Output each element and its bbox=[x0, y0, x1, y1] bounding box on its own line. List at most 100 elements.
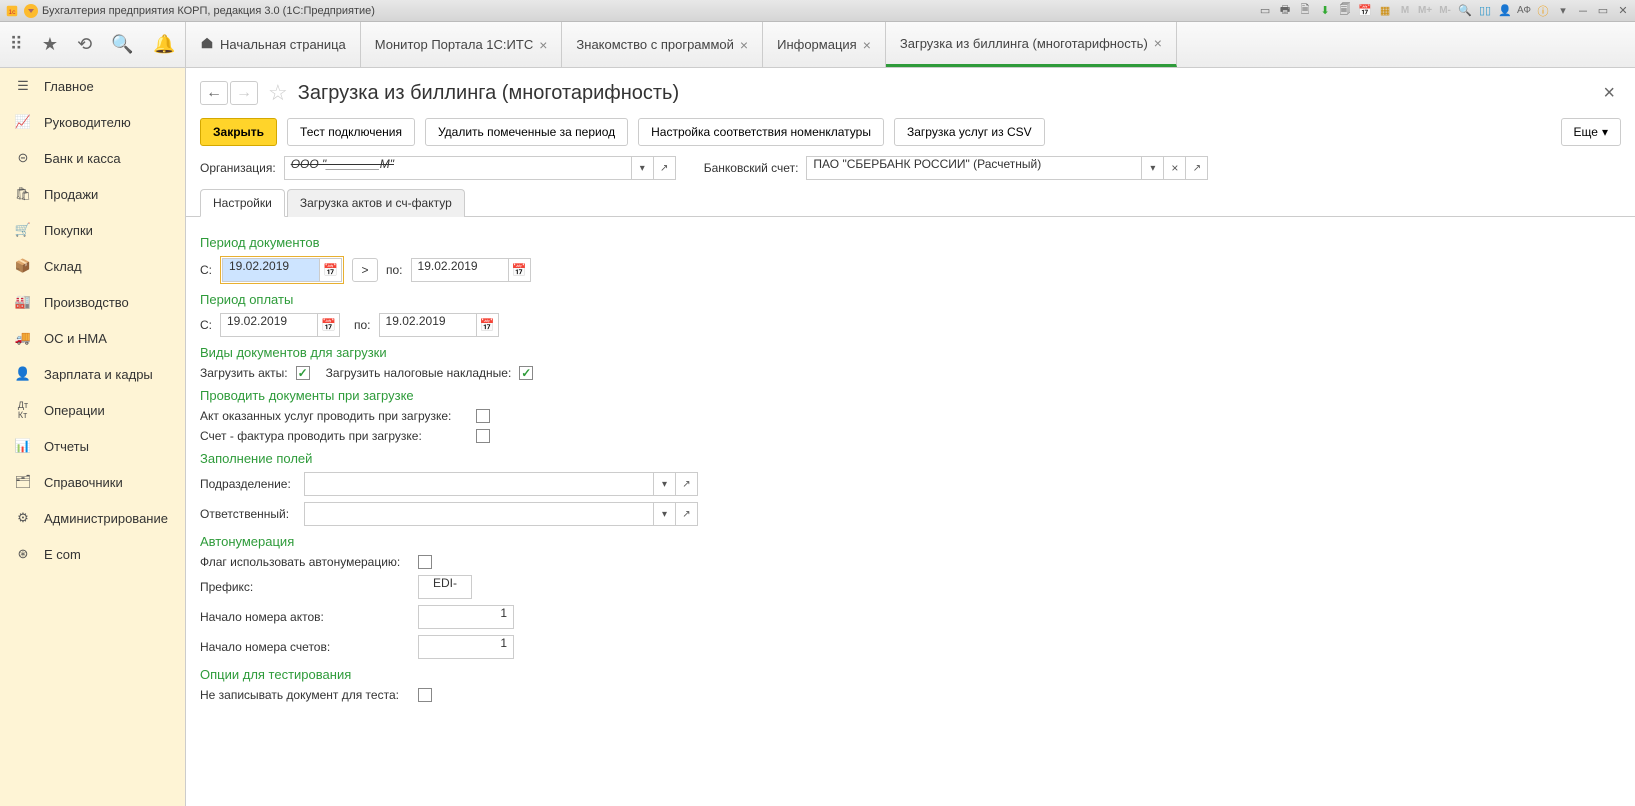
open-icon[interactable]: ↗ bbox=[676, 472, 698, 496]
form-tab-settings[interactable]: Настройки bbox=[200, 189, 285, 217]
responsible-input[interactable] bbox=[304, 502, 654, 526]
open-icon[interactable]: ↗ bbox=[676, 502, 698, 526]
zoom-icon[interactable]: 🔍 bbox=[1457, 3, 1473, 19]
load-acts-checkbox[interactable] bbox=[296, 366, 310, 380]
form-tab-load-acts[interactable]: Загрузка актов и сч-фактур bbox=[287, 189, 465, 217]
coin-icon: ⊝ bbox=[14, 149, 32, 167]
acts-start-input[interactable]: 1 bbox=[418, 605, 514, 629]
sidebar-label: Банк и касса bbox=[44, 151, 121, 166]
pay-from-input[interactable]: 19.02.2019 bbox=[220, 313, 318, 337]
org-input[interactable]: ООО "________М" bbox=[284, 156, 632, 180]
info-icon[interactable]: ⓘ bbox=[1535, 3, 1551, 19]
invoice-conduct-checkbox[interactable] bbox=[476, 429, 490, 443]
titlebar-icon-1[interactable]: ▭ bbox=[1257, 3, 1273, 19]
load-tax-checkbox[interactable] bbox=[519, 366, 533, 380]
nav-forward-button[interactable]: → bbox=[230, 81, 258, 105]
label-invoice-conduct: Счет - фактура проводить при загрузке: bbox=[200, 429, 468, 443]
period-forward-button[interactable]: > bbox=[352, 258, 378, 282]
sidebar-item-production[interactable]: 🏭Производство bbox=[0, 284, 185, 320]
calendar-icon[interactable]: 📅 bbox=[320, 258, 342, 282]
label-load-tax: Загрузить налоговые накладные: bbox=[326, 366, 512, 380]
panels-icon[interactable]: ▯▯ bbox=[1477, 3, 1493, 19]
docs-from-input[interactable]: 19.02.2019 bbox=[222, 258, 320, 282]
m-icon[interactable]: M bbox=[1397, 3, 1413, 19]
clear-icon[interactable]: × bbox=[1164, 156, 1186, 180]
sidebar-item-main[interactable]: ☰Главное bbox=[0, 68, 185, 104]
sidebar-item-warehouse[interactable]: 📦Склад bbox=[0, 248, 185, 284]
nav-back-button[interactable]: ← bbox=[200, 81, 228, 105]
division-input[interactable] bbox=[304, 472, 654, 496]
dropdown-icon[interactable]: ▾ bbox=[632, 156, 654, 180]
favorite-star-icon[interactable]: ☆ bbox=[268, 80, 288, 106]
user-icon[interactable]: 👤 bbox=[1497, 3, 1513, 19]
star-icon[interactable]: ★ bbox=[42, 34, 58, 55]
autonum-flag-checkbox[interactable] bbox=[418, 555, 432, 569]
invoices-start-input[interactable]: 1 bbox=[418, 635, 514, 659]
chevron-down-icon: ▾ bbox=[1602, 125, 1608, 139]
calendar-icon[interactable]: 📅 bbox=[1357, 3, 1373, 19]
search-doc-icon[interactable]: 🗎 bbox=[1297, 3, 1313, 19]
minimize-icon[interactable]: － bbox=[1575, 3, 1591, 19]
label-prefix: Префикс: bbox=[200, 580, 410, 594]
dropdown-icon[interactable]: ▾ bbox=[1142, 156, 1164, 180]
calendar-icon[interactable]: 📅 bbox=[509, 258, 531, 282]
calc-icon[interactable]: ⬇ bbox=[1317, 3, 1333, 19]
bank-account-input[interactable]: ПАО "СБЕРБАНК РОССИИ" (Расчетный) bbox=[806, 156, 1142, 180]
main-area: ← → ☆ Загрузка из биллинга (многотарифно… bbox=[186, 68, 1635, 806]
sidebar-item-directories[interactable]: 🗂Справочники bbox=[0, 464, 185, 500]
m-minus-icon[interactable]: M- bbox=[1437, 3, 1453, 19]
dropdown-icon-2[interactable]: ▾ bbox=[1555, 3, 1571, 19]
sidebar-item-admin[interactable]: ⚙Администрирование bbox=[0, 500, 185, 536]
bank-label: Банковский счет: bbox=[704, 161, 799, 175]
sidebar-item-assets[interactable]: 🚚ОС и НМА bbox=[0, 320, 185, 356]
sidebar-item-reports[interactable]: 📊Отчеты bbox=[0, 428, 185, 464]
test-connection-button[interactable]: Тест подключения bbox=[287, 118, 415, 146]
search-icon[interactable]: 🔍 bbox=[111, 34, 133, 55]
open-icon[interactable]: ↗ bbox=[1186, 156, 1208, 180]
tab-close-icon[interactable]: × bbox=[539, 37, 547, 53]
delete-marked-button[interactable]: Удалить помеченные за период bbox=[425, 118, 628, 146]
pay-to-input[interactable]: 19.02.2019 bbox=[379, 313, 477, 337]
sidebar-item-hr[interactable]: 👤Зарплата и кадры bbox=[0, 356, 185, 392]
close-button[interactable]: Закрыть bbox=[200, 118, 277, 146]
tab-close-icon[interactable]: × bbox=[1154, 35, 1162, 51]
sidebar-item-sales[interactable]: 🛍Продажи bbox=[0, 176, 185, 212]
sidebar-item-bank[interactable]: ⊝ Банк и касса bbox=[0, 140, 185, 176]
grid-icon[interactable]: ▦ bbox=[1377, 3, 1393, 19]
docs-to-input[interactable]: 19.02.2019 bbox=[411, 258, 509, 282]
dropdown-icon[interactable] bbox=[24, 4, 38, 18]
close-window-icon[interactable]: ✕ bbox=[1615, 3, 1631, 19]
open-icon[interactable]: ↗ bbox=[654, 156, 676, 180]
apps-icon[interactable]: ⠿ bbox=[10, 34, 23, 55]
no-write-test-checkbox[interactable] bbox=[418, 688, 432, 702]
copy-icon[interactable]: 🗐 bbox=[1337, 3, 1353, 19]
sidebar-item-operations[interactable]: ДтКтОперации bbox=[0, 392, 185, 428]
history-icon[interactable]: ⟲ bbox=[77, 34, 92, 55]
tab-home[interactable]: Начальная страница bbox=[186, 22, 361, 67]
more-button[interactable]: Еще▾ bbox=[1561, 118, 1621, 146]
dropdown-icon[interactable]: ▾ bbox=[654, 502, 676, 526]
tab-monitor[interactable]: Монитор Портала 1С:ИТС × bbox=[361, 22, 563, 67]
m-plus-icon[interactable]: M+ bbox=[1417, 3, 1433, 19]
dropdown-icon[interactable]: ▾ bbox=[654, 472, 676, 496]
bell-icon[interactable]: 🔔 bbox=[153, 34, 175, 55]
tab-close-icon[interactable]: × bbox=[740, 37, 748, 53]
nomenclature-mapping-button[interactable]: Настройка соответствия номенклатуры bbox=[638, 118, 884, 146]
chart-up-icon: 📈 bbox=[14, 113, 32, 131]
sidebar-item-purchases[interactable]: 🛒Покупки bbox=[0, 212, 185, 248]
calendar-icon[interactable]: 📅 bbox=[318, 313, 340, 337]
sidebar-item-manager[interactable]: 📈Руководителю bbox=[0, 104, 185, 140]
maximize-icon[interactable]: ▭ bbox=[1595, 3, 1611, 19]
act-conduct-checkbox[interactable] bbox=[476, 409, 490, 423]
tab-intro[interactable]: Знакомство с программой × bbox=[562, 22, 763, 67]
print-icon[interactable]: 🖶 bbox=[1277, 3, 1293, 19]
prefix-input[interactable]: EDI- bbox=[418, 575, 472, 599]
calendar-icon[interactable]: 📅 bbox=[477, 313, 499, 337]
tab-close-icon[interactable]: × bbox=[863, 37, 871, 53]
load-csv-button[interactable]: Загрузка услуг из CSV bbox=[894, 118, 1045, 146]
tab-info[interactable]: Информация × bbox=[763, 22, 886, 67]
sidebar-item-ecom[interactable]: ⊛E com bbox=[0, 536, 185, 572]
sidebar-label: ОС и НМА bbox=[44, 331, 107, 346]
tab-billing-load[interactable]: Загрузка из биллинга (многотарифность) × bbox=[886, 22, 1177, 67]
page-close-icon[interactable]: × bbox=[1603, 82, 1615, 105]
